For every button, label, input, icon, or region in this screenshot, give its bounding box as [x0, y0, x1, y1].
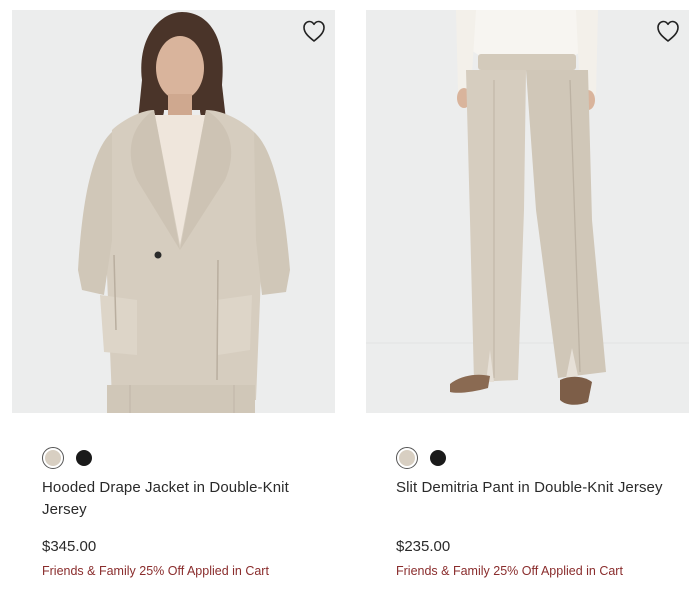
wishlist-heart-icon[interactable] — [653, 16, 683, 46]
product-card: Slit Demitria Pant in Double-Knit Jersey… — [366, 0, 689, 592]
swatch-black[interactable] — [76, 450, 92, 466]
product-name[interactable]: Hooded Drape Jacket in Double-Knit Jerse… — [42, 477, 322, 521]
model-pant-illustration — [366, 10, 689, 413]
product-price: $235.00 — [396, 538, 451, 555]
product-image-hooded-jacket[interactable] — [12, 10, 335, 413]
swatch-color — [399, 450, 415, 466]
heart-outline-icon — [657, 20, 679, 42]
swatch-selected[interactable] — [396, 447, 418, 469]
promo-text: Friends & Family 25% Off Applied in Cart — [42, 564, 269, 578]
product-name[interactable]: Slit Demitria Pant in Double-Knit Jersey — [396, 477, 676, 499]
swatch-color — [45, 450, 61, 466]
model-jacket-illustration — [12, 10, 335, 413]
heart-outline-icon — [303, 20, 325, 42]
product-image-demitria-pant[interactable] — [366, 10, 689, 413]
wishlist-heart-icon[interactable] — [299, 16, 329, 46]
product-price: $345.00 — [42, 538, 97, 555]
swatch-selected[interactable] — [42, 447, 64, 469]
product-card: Hooded Drape Jacket in Double-Knit Jerse… — [12, 0, 335, 592]
promo-text: Friends & Family 25% Off Applied in Cart — [396, 564, 623, 578]
swatch-black[interactable] — [430, 450, 446, 466]
